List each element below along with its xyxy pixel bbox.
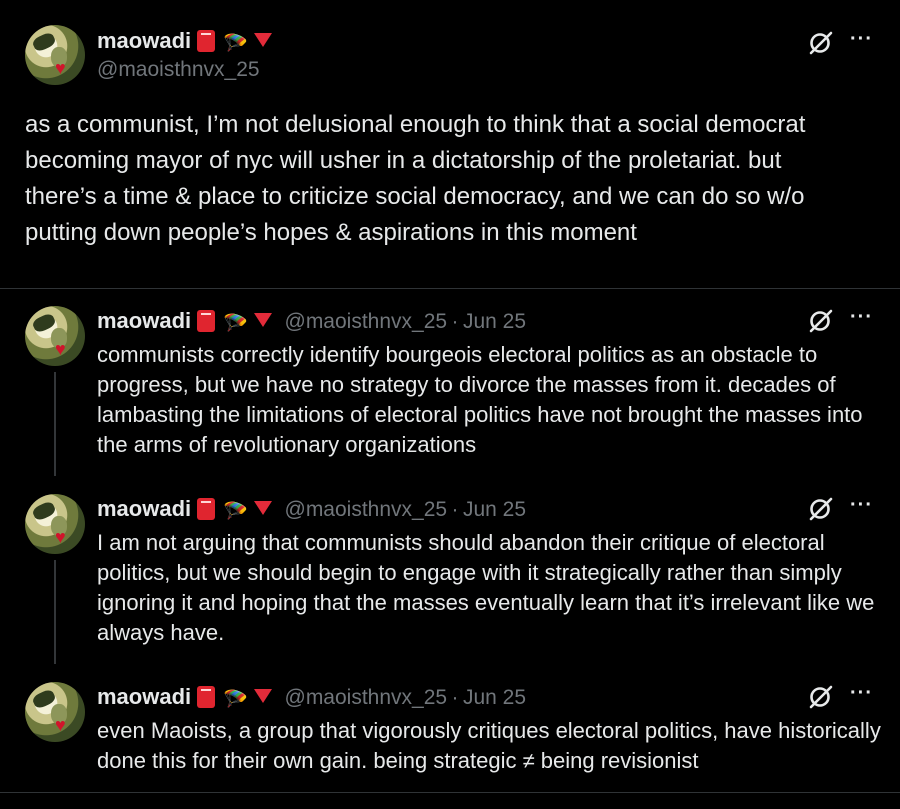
parachute-emoji: 🪂 (223, 33, 249, 55)
reply-tweet: ♥ maowadi 🪂 @maoisthnvx_25 · Jun 25 ··· c… (0, 288, 900, 476)
separator: · (451, 686, 459, 709)
reply-header: maowadi 🪂 @maoisthnvx_25 · Jun 25 (97, 308, 526, 336)
red-book-emoji (197, 310, 216, 332)
tweet-date[interactable]: Jun 25 (463, 310, 526, 333)
author-name[interactable]: maowadi (97, 496, 191, 521)
thread-line (54, 372, 56, 476)
separator: · (451, 310, 459, 333)
avatar[interactable]: ♥ (25, 494, 85, 554)
author-handle[interactable]: @maoisthnvx_25 (285, 686, 448, 709)
avatar[interactable]: ♥ (25, 682, 85, 742)
author-name-row: maowadi 🪂 (97, 28, 273, 56)
more-options-icon[interactable]: ··· (850, 494, 873, 517)
parachute-emoji: 🪂 (223, 501, 249, 523)
tweet-text: even Maoists, a group that vigorously cr… (97, 718, 881, 773)
avatar[interactable]: ♥ (25, 25, 85, 85)
red-book-emoji (197, 686, 216, 708)
tweet-text: as a communist, I’m not delusional enoug… (25, 111, 806, 246)
author-name[interactable]: maowadi (97, 308, 191, 333)
divider (0, 792, 900, 793)
author-handle[interactable]: @maoisthnvx_25 (285, 498, 448, 521)
grok-icon[interactable] (808, 496, 834, 522)
red-book-emoji (197, 30, 216, 52)
parachute-emoji: 🪂 (223, 313, 249, 335)
more-options-icon[interactable]: ··· (850, 682, 873, 705)
red-triangle-emoji (254, 313, 273, 327)
grok-icon[interactable] (808, 30, 834, 56)
reply-header: maowadi 🪂 @maoisthnvx_25 · Jun 25 (97, 496, 526, 524)
grok-icon[interactable] (808, 684, 834, 710)
thread-line (54, 560, 56, 664)
author-handle[interactable]: @maoisthnvx_25 (97, 58, 260, 82)
author-name[interactable]: maowadi (97, 684, 191, 709)
reply-tweet: ♥ maowadi 🪂 @maoisthnvx_25 · Jun 25 ··· e… (0, 664, 900, 792)
reply-header: maowadi 🪂 @maoisthnvx_25 · Jun 25 (97, 684, 526, 712)
red-triangle-emoji (254, 689, 273, 703)
author-handle[interactable]: @maoisthnvx_25 (285, 310, 448, 333)
red-triangle-emoji (254, 33, 273, 47)
tweet-text: communists correctly identify bourgeois … (97, 342, 863, 457)
main-tweet: ♥ maowadi 🪂 @maoisthnvx_25 ··· as a commu… (0, 0, 900, 289)
reply-tweet: ♥ maowadi 🪂 @maoisthnvx_25 · Jun 25 ··· I… (0, 476, 900, 664)
tweet-date[interactable]: Jun 25 (463, 498, 526, 521)
tweet-text: I am not arguing that communists should … (97, 530, 875, 645)
more-options-icon[interactable]: ··· (850, 28, 873, 51)
red-book-emoji (197, 498, 216, 520)
red-triangle-emoji (254, 501, 273, 515)
more-options-icon[interactable]: ··· (850, 306, 873, 329)
separator: · (451, 498, 459, 521)
author-name[interactable]: maowadi (97, 28, 191, 53)
grok-icon[interactable] (808, 308, 834, 334)
avatar[interactable]: ♥ (25, 306, 85, 366)
parachute-emoji: 🪂 (223, 689, 249, 711)
tweet-date[interactable]: Jun 25 (463, 686, 526, 709)
